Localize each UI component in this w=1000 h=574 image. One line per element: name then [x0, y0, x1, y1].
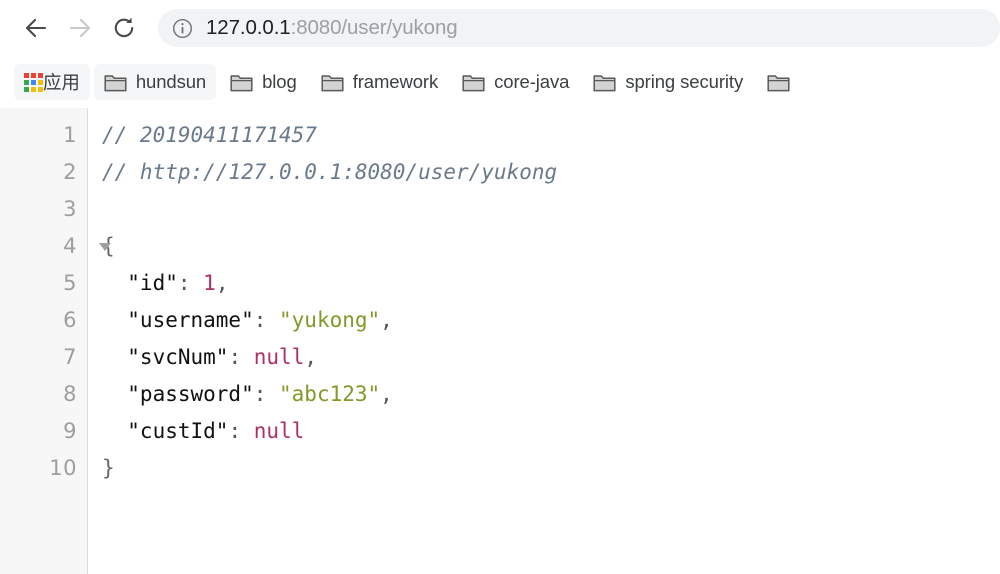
token-comment: // http://127.0.0.1:8080/user/yukong — [102, 160, 558, 184]
apps-grid-cell — [24, 72, 29, 78]
token-punct: , — [215, 271, 229, 295]
json-viewer: 1 2 3 4 5 6 7 8 9 10 // 20190411171457 // http://1… — [0, 108, 1000, 574]
bookmark-label: blog — [262, 71, 297, 92]
apps-grid-cell — [24, 79, 29, 85]
code-line: "id": 1, — [102, 265, 1000, 302]
token-punct: , — [380, 308, 393, 332]
bookmark-label: core-java — [494, 71, 570, 92]
gutter-row: 5 — [0, 265, 87, 302]
line-number: 9 — [63, 419, 77, 443]
token-punct: , — [304, 345, 317, 369]
bookmarks-bar: 应用 hundsun blog framework core-java spri… — [0, 56, 1000, 108]
code-line: // 20190411171457 — [102, 117, 1000, 154]
code-line: } — [102, 450, 1000, 487]
line-number-gutter: 1 2 3 4 5 6 7 8 9 10 — [0, 108, 111, 574]
token-punct: , — [380, 382, 393, 406]
token-punct: : — [253, 308, 280, 332]
token-punct: : — [253, 382, 280, 406]
reload-button[interactable] — [102, 6, 146, 50]
bookmark-framework[interactable]: framework — [311, 64, 448, 100]
token-key: "svcNum" — [102, 345, 229, 369]
reload-icon — [114, 17, 134, 38]
gutter-row: 8 — [0, 376, 87, 413]
bookmark-core-java[interactable]: core-java — [452, 64, 579, 100]
line-number: 5 — [63, 271, 77, 295]
code-line: "custId": null — [102, 413, 1000, 450]
token-key: "username" — [102, 308, 254, 332]
token-key: "custId" — [102, 419, 229, 443]
forward-button[interactable] — [58, 6, 102, 50]
code-line: // http://127.0.0.1:8080/user/yukong — [102, 154, 1000, 191]
folder-icon — [321, 74, 344, 91]
line-number: 7 — [63, 345, 77, 369]
address-bar-text[interactable]: 127.0.0.1:8080/user/yukong — [206, 16, 458, 40]
token-number: 1 — [203, 271, 216, 295]
apps-grid-cell — [31, 86, 36, 92]
bookmark-label: framework — [352, 71, 439, 92]
apps-grid-icon — [24, 72, 43, 92]
line-number: 3 — [63, 197, 77, 221]
folder-icon — [104, 74, 127, 91]
bookmark-apps[interactable]: 应用 — [14, 64, 90, 100]
bookmark-hundsun[interactable]: hundsun — [93, 64, 217, 100]
folder-icon — [230, 74, 253, 91]
address-path: :8080/user/yukong — [290, 16, 458, 39]
token-punct: : — [228, 419, 254, 443]
line-number: 6 — [63, 308, 77, 332]
apps-grid-cell — [24, 86, 29, 92]
token-key: "password" — [102, 382, 254, 406]
code-line: { — [102, 228, 1000, 265]
bookmark-label: 应用 — [43, 72, 80, 93]
browser-toolbar: 127.0.0.1:8080/user/yukong — [0, 0, 1000, 56]
line-number: 10 — [49, 456, 77, 480]
bookmark-label: hundsun — [135, 71, 207, 92]
back-button[interactable] — [14, 6, 58, 50]
line-number: 1 — [63, 123, 77, 147]
gutter-row: 6 — [0, 302, 87, 339]
token-null: null — [253, 345, 305, 369]
apps-grid-cell — [31, 72, 36, 78]
gutter-row: 10 — [0, 450, 87, 487]
gutter-row: 4 — [0, 228, 111, 265]
gutter-row: 1 — [0, 117, 87, 154]
folder-icon — [462, 74, 485, 91]
line-number: 4 — [63, 234, 77, 258]
token-null: null — [253, 419, 305, 443]
address-host: 127.0.0.1 — [206, 16, 291, 39]
line-number: 2 — [63, 160, 77, 184]
bookmark-overflow[interactable] — [757, 64, 809, 100]
bookmark-label: spring security — [625, 71, 744, 92]
bookmark-spring-security[interactable]: spring security — [583, 64, 753, 100]
code-line: "password": "abc123", — [102, 376, 1000, 413]
token-string: "yukong" — [279, 308, 381, 332]
back-arrow-icon — [25, 18, 47, 38]
triangle-down-icon[interactable] — [99, 242, 111, 251]
bookmark-blog[interactable]: blog — [220, 64, 307, 100]
code-line: "username": "yukong", — [102, 302, 1000, 339]
gutter-row: 7 — [0, 339, 87, 376]
forward-arrow-icon — [69, 18, 91, 38]
gutter-row: 9 — [0, 413, 87, 450]
code-line: "svcNum": null, — [102, 339, 1000, 376]
token-punct: : — [228, 345, 254, 369]
token-punct: : — [177, 271, 204, 295]
folder-icon — [767, 74, 790, 91]
address-bar[interactable]: 127.0.0.1:8080/user/yukong — [158, 9, 1000, 47]
line-number: 8 — [63, 382, 77, 406]
token-key: "id" — [102, 271, 178, 295]
gutter-row: 3 — [0, 191, 87, 228]
info-circle-icon[interactable] — [172, 18, 193, 39]
token-brace: } — [102, 456, 115, 480]
folder-icon — [593, 74, 616, 91]
gutter-row: 2 — [0, 154, 87, 191]
token-comment: // 20190411171457 — [102, 123, 317, 147]
token-string: "abc123" — [279, 382, 381, 406]
code-area[interactable]: // 20190411171457 // http://127.0.0.1:808… — [88, 108, 1000, 574]
apps-grid-cell — [31, 79, 36, 85]
